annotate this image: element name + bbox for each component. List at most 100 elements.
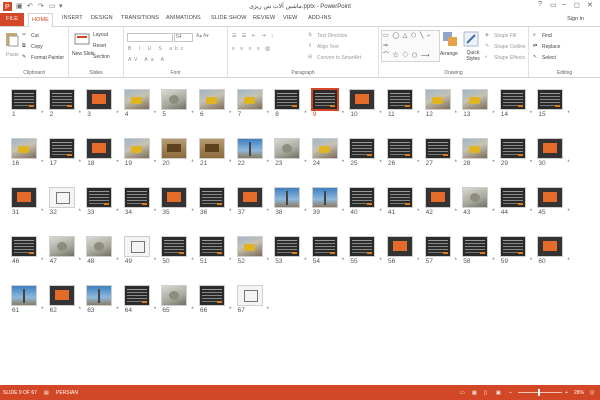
slide-thumbnail[interactable]: 66 * (199, 285, 231, 314)
transition-star-icon[interactable]: * (342, 209, 344, 215)
font-size-box[interactable]: 54 (174, 33, 193, 42)
slide-thumbnail[interactable]: 53 * (274, 236, 307, 265)
slide-preview[interactable] (86, 138, 113, 159)
shape-effects-button[interactable]: ◐ Shape Effects (485, 54, 525, 61)
transition-star-icon[interactable]: * (154, 258, 156, 264)
slide-thumbnail[interactable]: 33 * (86, 187, 119, 216)
slide-thumbnail[interactable]: 24 * (311, 138, 344, 167)
slide-thumbnail[interactable]: 31 * (11, 187, 43, 216)
slide-preview[interactable] (462, 89, 489, 110)
shapes-gallery[interactable]: ▭ ◯ △ ⬠ ╲ ⌐ ⇒⌒ ☆ ◇ ⬡ ⟶ ↗ ◻{ } ⟦ ⟧ ⌂ ⊂ ▽ (381, 30, 440, 62)
transition-star-icon[interactable]: * (41, 258, 43, 264)
transition-star-icon[interactable]: * (530, 258, 532, 264)
slide-thumbnail[interactable]: 11 * (387, 89, 419, 118)
slide-thumbnail[interactable]: 34 * (123, 187, 156, 216)
slide-preview[interactable] (11, 89, 37, 110)
slide-thumbnail[interactable]: 64 * (123, 285, 156, 314)
slide-thumbnail[interactable]: 44 * (499, 187, 532, 216)
new-slide-button[interactable]: New Slide (72, 51, 95, 57)
slide-preview[interactable] (123, 236, 150, 257)
tab-animations[interactable]: ANIMATIONS (166, 15, 201, 21)
slide-thumbnail[interactable]: 27 * (424, 138, 457, 167)
slide-preview[interactable] (161, 285, 188, 306)
sign-in-link[interactable]: Sign in (567, 16, 584, 22)
transition-star-icon[interactable]: * (492, 160, 494, 166)
slide-preview[interactable] (349, 236, 376, 257)
slide-preview[interactable] (199, 236, 225, 257)
slide-thumbnail[interactable]: 18 * (86, 138, 119, 167)
slide-preview[interactable] (86, 89, 113, 110)
section-button[interactable]: Section (93, 54, 110, 60)
paste-icon[interactable] (4, 31, 20, 47)
transition-star-icon[interactable]: * (267, 160, 269, 166)
reading-view-icon[interactable]: ▯ (484, 390, 487, 396)
transition-star-icon[interactable]: * (492, 258, 494, 264)
transition-star-icon[interactable]: * (342, 258, 344, 264)
slide-preview[interactable] (387, 236, 413, 257)
transition-star-icon[interactable]: * (379, 258, 381, 264)
slide-thumbnail[interactable]: 55 * (349, 236, 382, 265)
transition-star-icon[interactable]: * (530, 111, 532, 117)
transition-star-icon[interactable]: * (79, 307, 81, 313)
list-buttons[interactable]: ☰ ☰ ⇤ ⇥ ↕ (232, 33, 275, 39)
help-button[interactable]: ? (538, 1, 542, 8)
transition-star-icon[interactable]: * (455, 160, 457, 166)
restore-button[interactable]: ◻ (574, 1, 580, 9)
slide-preview[interactable] (274, 138, 301, 159)
slide-preview[interactable] (537, 138, 564, 159)
language-indicator[interactable]: PERSIAN (56, 390, 78, 396)
slideshow-view-icon[interactable]: ▣ (496, 390, 501, 396)
slide-preview[interactable] (537, 236, 564, 257)
transition-star-icon[interactable]: * (567, 258, 569, 264)
close-button[interactable]: ✕ (587, 1, 593, 9)
slide-preview[interactable] (462, 138, 489, 159)
transition-star-icon[interactable]: * (41, 160, 43, 166)
slide-thumbnail[interactable]: 38 * (274, 187, 307, 216)
text-direction-button[interactable]: ⇅ Text Direction (308, 32, 347, 39)
transition-star-icon[interactable]: * (229, 111, 231, 117)
fit-to-window-icon[interactable]: ⊡ (590, 390, 594, 396)
new-slide-icon[interactable] (74, 31, 90, 47)
slide-preview[interactable] (311, 187, 338, 208)
transition-star-icon[interactable]: * (116, 160, 118, 166)
transition-star-icon[interactable]: * (154, 307, 156, 313)
copy-button[interactable]: ⧉ Copy (22, 43, 43, 50)
slide-thumbnail[interactable]: 63 * (86, 285, 119, 314)
slide-preview[interactable] (11, 138, 37, 159)
slide-thumbnail[interactable]: 37 * (236, 187, 269, 216)
slide-thumbnail[interactable]: 39 * (311, 187, 344, 216)
slide-thumbnail[interactable]: 32 * (48, 187, 81, 216)
transition-star-icon[interactable]: * (455, 258, 457, 264)
transition-star-icon[interactable]: * (41, 307, 43, 313)
slide-preview[interactable] (499, 187, 526, 208)
slide-preview[interactable] (48, 187, 75, 208)
slide-preview[interactable] (349, 187, 376, 208)
slide-preview[interactable] (86, 236, 113, 257)
grow-font-icon[interactable]: A▴ A▾ (196, 33, 209, 39)
slide-preview[interactable] (387, 89, 413, 110)
transition-star-icon[interactable]: * (567, 160, 569, 166)
slide-preview[interactable] (274, 236, 301, 257)
slide-preview[interactable] (48, 138, 75, 159)
align-buttons[interactable]: ≡ ≡ ≡ ≡ ▥ (232, 46, 272, 52)
shape-fill-button[interactable]: ◈ Shape Fill (485, 32, 516, 39)
slide-preview[interactable] (11, 236, 37, 257)
slide-preview[interactable] (311, 236, 338, 257)
slide-thumbnail[interactable]: 12 * (424, 89, 457, 118)
transition-star-icon[interactable]: * (417, 209, 419, 215)
slide-preview[interactable] (349, 89, 376, 110)
transition-star-icon[interactable]: * (191, 111, 193, 117)
slide-preview[interactable] (11, 187, 37, 208)
slide-preview[interactable] (199, 285, 225, 306)
zoom-slider[interactable] (518, 392, 562, 393)
transition-star-icon[interactable]: * (191, 160, 193, 166)
font-name-box[interactable] (127, 33, 173, 42)
slide-thumbnail[interactable]: 58 * (462, 236, 495, 265)
transition-star-icon[interactable]: * (267, 307, 269, 313)
transition-star-icon[interactable]: * (191, 258, 193, 264)
slide-preview[interactable] (424, 138, 451, 159)
transition-star-icon[interactable]: * (417, 111, 419, 117)
slide-thumbnail[interactable]: 22 * (236, 138, 269, 167)
tab-design[interactable]: DESIGN (91, 15, 113, 21)
slide-preview[interactable] (499, 138, 526, 159)
